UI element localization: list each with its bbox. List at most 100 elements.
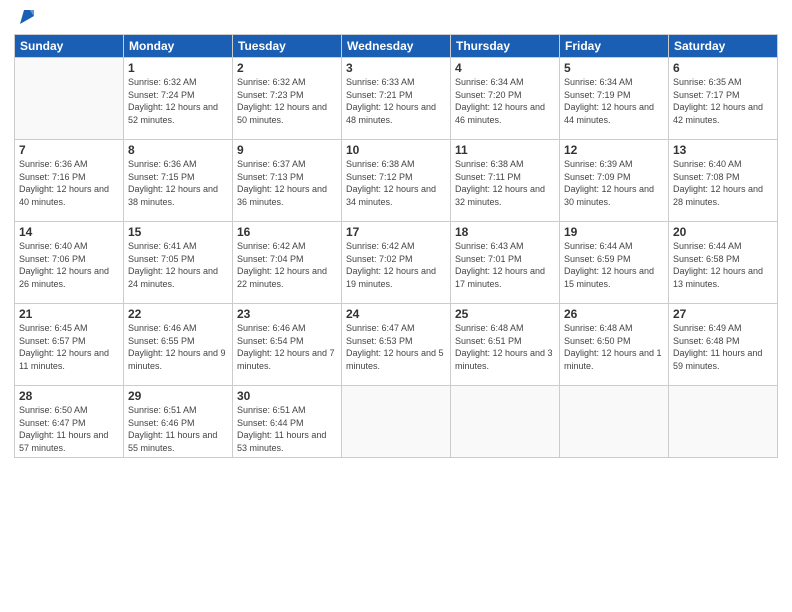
day-number: 24 [346,307,446,321]
day-number: 18 [455,225,555,239]
calendar-cell: 20Sunrise: 6:44 AMSunset: 6:58 PMDayligh… [669,222,778,304]
day-number: 19 [564,225,664,239]
day-info: Sunrise: 6:40 AMSunset: 7:08 PMDaylight:… [673,158,773,208]
header [14,10,778,28]
calendar-cell: 11Sunrise: 6:38 AMSunset: 7:11 PMDayligh… [451,140,560,222]
day-number: 28 [19,389,119,403]
day-number: 10 [346,143,446,157]
day-info: Sunrise: 6:38 AMSunset: 7:12 PMDaylight:… [346,158,446,208]
calendar-cell: 30Sunrise: 6:51 AMSunset: 6:44 PMDayligh… [233,386,342,458]
weekday-header-monday: Monday [124,35,233,58]
calendar-cell: 12Sunrise: 6:39 AMSunset: 7:09 PMDayligh… [560,140,669,222]
calendar-cell [342,386,451,458]
day-info: Sunrise: 6:51 AMSunset: 6:46 PMDaylight:… [128,404,228,454]
day-number: 16 [237,225,337,239]
day-number: 25 [455,307,555,321]
calendar-cell [669,386,778,458]
day-info: Sunrise: 6:34 AMSunset: 7:19 PMDaylight:… [564,76,664,126]
day-info: Sunrise: 6:34 AMSunset: 7:20 PMDaylight:… [455,76,555,126]
calendar-cell: 2Sunrise: 6:32 AMSunset: 7:23 PMDaylight… [233,58,342,140]
weekday-header-tuesday: Tuesday [233,35,342,58]
calendar-cell: 9Sunrise: 6:37 AMSunset: 7:13 PMDaylight… [233,140,342,222]
day-info: Sunrise: 6:49 AMSunset: 6:48 PMDaylight:… [673,322,773,372]
calendar-cell: 8Sunrise: 6:36 AMSunset: 7:15 PMDaylight… [124,140,233,222]
calendar-cell: 1Sunrise: 6:32 AMSunset: 7:24 PMDaylight… [124,58,233,140]
calendar-cell: 16Sunrise: 6:42 AMSunset: 7:04 PMDayligh… [233,222,342,304]
day-info: Sunrise: 6:32 AMSunset: 7:23 PMDaylight:… [237,76,337,126]
day-info: Sunrise: 6:47 AMSunset: 6:53 PMDaylight:… [346,322,446,372]
calendar-cell: 17Sunrise: 6:42 AMSunset: 7:02 PMDayligh… [342,222,451,304]
day-info: Sunrise: 6:41 AMSunset: 7:05 PMDaylight:… [128,240,228,290]
day-info: Sunrise: 6:38 AMSunset: 7:11 PMDaylight:… [455,158,555,208]
day-info: Sunrise: 6:33 AMSunset: 7:21 PMDaylight:… [346,76,446,126]
weekday-header-wednesday: Wednesday [342,35,451,58]
calendar-week-4: 21Sunrise: 6:45 AMSunset: 6:57 PMDayligh… [15,304,778,386]
day-number: 1 [128,61,228,75]
day-info: Sunrise: 6:46 AMSunset: 6:54 PMDaylight:… [237,322,337,372]
calendar-cell: 15Sunrise: 6:41 AMSunset: 7:05 PMDayligh… [124,222,233,304]
day-number: 26 [564,307,664,321]
calendar-cell [560,386,669,458]
calendar-cell: 13Sunrise: 6:40 AMSunset: 7:08 PMDayligh… [669,140,778,222]
day-number: 21 [19,307,119,321]
day-info: Sunrise: 6:35 AMSunset: 7:17 PMDaylight:… [673,76,773,126]
day-number: 9 [237,143,337,157]
calendar-week-1: 1Sunrise: 6:32 AMSunset: 7:24 PMDaylight… [15,58,778,140]
day-info: Sunrise: 6:50 AMSunset: 6:47 PMDaylight:… [19,404,119,454]
day-number: 7 [19,143,119,157]
weekday-header-saturday: Saturday [669,35,778,58]
day-info: Sunrise: 6:44 AMSunset: 6:59 PMDaylight:… [564,240,664,290]
calendar-cell [451,386,560,458]
day-number: 8 [128,143,228,157]
day-info: Sunrise: 6:32 AMSunset: 7:24 PMDaylight:… [128,76,228,126]
day-info: Sunrise: 6:37 AMSunset: 7:13 PMDaylight:… [237,158,337,208]
day-info: Sunrise: 6:39 AMSunset: 7:09 PMDaylight:… [564,158,664,208]
day-info: Sunrise: 6:42 AMSunset: 7:02 PMDaylight:… [346,240,446,290]
day-info: Sunrise: 6:46 AMSunset: 6:55 PMDaylight:… [128,322,228,372]
day-number: 2 [237,61,337,75]
calendar-week-3: 14Sunrise: 6:40 AMSunset: 7:06 PMDayligh… [15,222,778,304]
weekday-header-thursday: Thursday [451,35,560,58]
calendar-cell: 23Sunrise: 6:46 AMSunset: 6:54 PMDayligh… [233,304,342,386]
day-number: 12 [564,143,664,157]
calendar-cell: 6Sunrise: 6:35 AMSunset: 7:17 PMDaylight… [669,58,778,140]
day-info: Sunrise: 6:42 AMSunset: 7:04 PMDaylight:… [237,240,337,290]
day-info: Sunrise: 6:48 AMSunset: 6:51 PMDaylight:… [455,322,555,372]
day-number: 22 [128,307,228,321]
day-number: 29 [128,389,228,403]
day-number: 23 [237,307,337,321]
logo-icon [16,6,38,28]
calendar-cell: 25Sunrise: 6:48 AMSunset: 6:51 PMDayligh… [451,304,560,386]
day-info: Sunrise: 6:45 AMSunset: 6:57 PMDaylight:… [19,322,119,372]
day-info: Sunrise: 6:51 AMSunset: 6:44 PMDaylight:… [237,404,337,454]
day-number: 30 [237,389,337,403]
day-number: 13 [673,143,773,157]
day-number: 3 [346,61,446,75]
calendar-cell: 10Sunrise: 6:38 AMSunset: 7:12 PMDayligh… [342,140,451,222]
day-number: 15 [128,225,228,239]
calendar-cell: 24Sunrise: 6:47 AMSunset: 6:53 PMDayligh… [342,304,451,386]
calendar-cell: 4Sunrise: 6:34 AMSunset: 7:20 PMDaylight… [451,58,560,140]
day-info: Sunrise: 6:40 AMSunset: 7:06 PMDaylight:… [19,240,119,290]
calendar-cell: 3Sunrise: 6:33 AMSunset: 7:21 PMDaylight… [342,58,451,140]
calendar-cell: 5Sunrise: 6:34 AMSunset: 7:19 PMDaylight… [560,58,669,140]
calendar-cell: 27Sunrise: 6:49 AMSunset: 6:48 PMDayligh… [669,304,778,386]
day-number: 14 [19,225,119,239]
calendar-cell [15,58,124,140]
calendar-cell: 21Sunrise: 6:45 AMSunset: 6:57 PMDayligh… [15,304,124,386]
calendar-table: SundayMondayTuesdayWednesdayThursdayFrid… [14,34,778,458]
calendar-cell: 28Sunrise: 6:50 AMSunset: 6:47 PMDayligh… [15,386,124,458]
day-number: 20 [673,225,773,239]
day-number: 17 [346,225,446,239]
day-info: Sunrise: 6:48 AMSunset: 6:50 PMDaylight:… [564,322,664,372]
logo [14,10,38,28]
calendar-cell: 7Sunrise: 6:36 AMSunset: 7:16 PMDaylight… [15,140,124,222]
calendar-cell: 22Sunrise: 6:46 AMSunset: 6:55 PMDayligh… [124,304,233,386]
calendar-cell: 19Sunrise: 6:44 AMSunset: 6:59 PMDayligh… [560,222,669,304]
day-number: 5 [564,61,664,75]
page: SundayMondayTuesdayWednesdayThursdayFrid… [0,0,792,612]
weekday-header-friday: Friday [560,35,669,58]
day-info: Sunrise: 6:36 AMSunset: 7:15 PMDaylight:… [128,158,228,208]
calendar-cell: 18Sunrise: 6:43 AMSunset: 7:01 PMDayligh… [451,222,560,304]
calendar-cell: 14Sunrise: 6:40 AMSunset: 7:06 PMDayligh… [15,222,124,304]
